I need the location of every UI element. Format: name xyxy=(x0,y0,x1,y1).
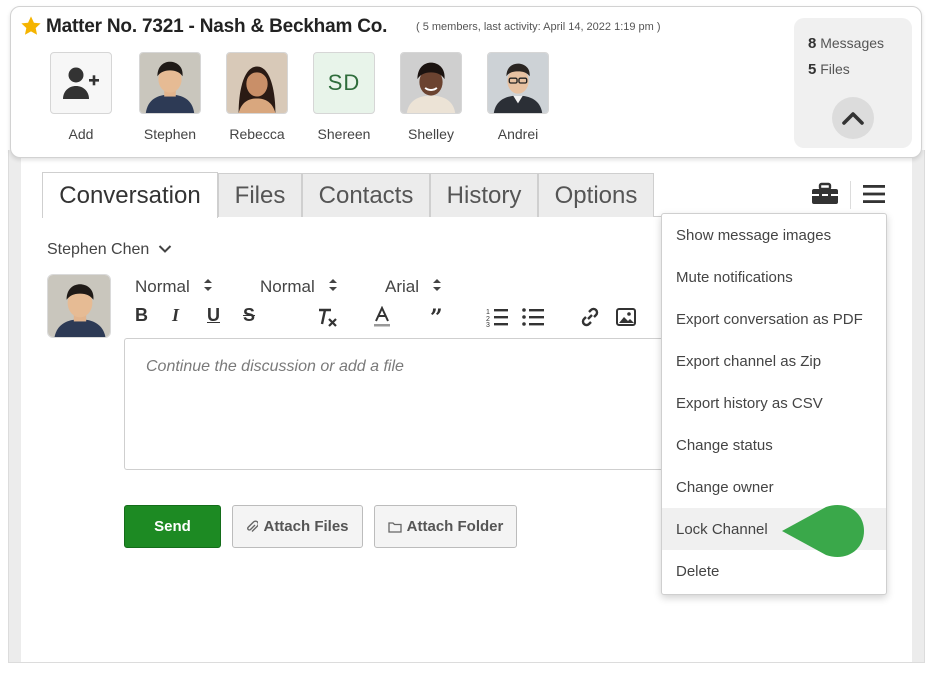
channel-subtitle: ( 5 members, last activity: April 14, 20… xyxy=(416,21,661,33)
menu-item-mute-notifications[interactable]: Mute notifications xyxy=(662,256,886,298)
messages-count[interactable]: 8 Messages xyxy=(808,35,884,52)
tab-options[interactable]: Options xyxy=(538,173,654,217)
channel-title: Matter No. 7321 - Nash & Beckham Co. xyxy=(46,16,388,37)
bold-icon[interactable]: B xyxy=(135,305,148,326)
clear-format-icon[interactable] xyxy=(316,307,338,329)
author-name: Stephen Chen xyxy=(47,241,150,258)
favorite-star-icon[interactable] xyxy=(20,15,42,37)
underline-icon[interactable]: U xyxy=(207,305,220,326)
pointer-annotation-icon xyxy=(782,504,864,558)
tab-files[interactable]: Files xyxy=(218,173,302,217)
menu-item-change-owner[interactable]: Change owner xyxy=(662,466,886,508)
paragraph-style-select[interactable]: Normal xyxy=(135,277,213,297)
member-shelley[interactable]: Shelley xyxy=(388,52,474,142)
bottom-divider xyxy=(8,662,925,663)
chevron-up-icon xyxy=(842,112,864,125)
blockquote-icon[interactable]: ” xyxy=(430,305,443,331)
member-shereen[interactable]: SD Shereen xyxy=(301,52,387,142)
toolbox-icon[interactable] xyxy=(811,181,839,207)
right-rail xyxy=(912,150,925,662)
member-name: Add xyxy=(68,126,94,142)
files-count[interactable]: 5 Files xyxy=(808,61,850,78)
left-rail xyxy=(8,150,21,662)
toolbar-separator xyxy=(850,181,851,209)
paperclip-icon xyxy=(247,519,259,532)
image-icon[interactable] xyxy=(616,308,636,326)
select-arrows-icon xyxy=(432,279,441,291)
link-icon[interactable] xyxy=(580,307,600,327)
hamburger-menu-icon[interactable] xyxy=(863,184,885,204)
ordered-list-icon[interactable]: 1 2 3 xyxy=(486,307,508,327)
member-add[interactable]: Add xyxy=(38,52,124,142)
member-rebecca[interactable]: Rebecca xyxy=(214,52,300,142)
menu-item-export-history-csv[interactable]: Export history as CSV xyxy=(662,382,886,424)
attach-folder-label: Attach Folder xyxy=(406,518,504,535)
add-user-icon xyxy=(63,67,99,99)
menu-item-show-message-images[interactable]: Show message images xyxy=(662,214,886,256)
messages-count-value: 8 xyxy=(808,35,817,52)
folder-icon xyxy=(388,521,402,533)
bullet-list-icon[interactable] xyxy=(522,307,544,327)
font-size-select[interactable]: Normal xyxy=(260,277,338,297)
message-editor-placeholder: Continue the discussion or add a file xyxy=(146,358,404,375)
select-arrows-icon xyxy=(328,279,337,291)
attach-files-button[interactable]: Attach Files xyxy=(232,505,363,548)
person-photo-icon xyxy=(140,53,200,113)
member-name: Shelley xyxy=(408,126,454,142)
member-stephen[interactable]: Stephen xyxy=(127,52,213,142)
menu-item-export-channel-zip[interactable]: Export channel as Zip xyxy=(662,340,886,382)
avatar[interactable] xyxy=(487,52,549,114)
add-member-button[interactable] xyxy=(50,52,112,114)
avatar[interactable] xyxy=(226,52,288,114)
font-family-value: Arial xyxy=(385,277,420,296)
person-photo-icon xyxy=(401,53,461,113)
font-family-select[interactable]: Arial xyxy=(385,277,442,297)
member-andrei[interactable]: Andrei xyxy=(475,52,561,142)
files-count-value: 5 xyxy=(808,61,817,78)
person-photo-icon xyxy=(227,53,287,113)
text-color-icon[interactable] xyxy=(373,306,391,328)
chevron-down-icon xyxy=(158,245,171,253)
tab-conversation[interactable]: Conversation xyxy=(42,172,218,218)
avatar[interactable] xyxy=(400,52,462,114)
attach-folder-button[interactable]: Attach Folder xyxy=(374,505,517,548)
send-button[interactable]: Send xyxy=(124,505,221,548)
member-name: Shereen xyxy=(317,126,371,142)
author-avatar xyxy=(47,274,111,338)
person-photo-icon xyxy=(48,275,110,337)
strikethrough-icon[interactable]: S xyxy=(243,305,255,326)
menu-item-change-status[interactable]: Change status xyxy=(662,424,886,466)
attach-files-label: Attach Files xyxy=(263,518,349,535)
collapse-header-button[interactable] xyxy=(832,97,874,139)
member-name: Stephen xyxy=(143,126,197,142)
avatar[interactable] xyxy=(139,52,201,114)
tab-history[interactable]: History xyxy=(430,173,538,217)
member-name: Rebecca xyxy=(229,126,285,142)
messages-count-label: Messages xyxy=(820,35,885,51)
stats-panel: 8 Messages 5 Files xyxy=(794,18,912,148)
member-name: Andrei xyxy=(497,126,539,142)
menu-item-export-conversation-pdf[interactable]: Export conversation as PDF xyxy=(662,298,886,340)
select-arrows-icon xyxy=(203,279,212,291)
font-size-value: Normal xyxy=(260,277,315,296)
files-count-label: Files xyxy=(820,61,850,77)
avatar-initials[interactable]: SD xyxy=(313,52,375,114)
author-selector[interactable]: Stephen Chen xyxy=(47,241,172,259)
message-editor[interactable]: Continue the discussion or add a file xyxy=(124,338,662,470)
paragraph-style-value: Normal xyxy=(135,277,190,296)
person-photo-icon xyxy=(488,53,548,113)
italic-icon[interactable]: I xyxy=(172,305,179,326)
svg-text:3: 3 xyxy=(486,322,490,327)
svg-text:1: 1 xyxy=(486,309,490,316)
tab-contacts[interactable]: Contacts xyxy=(302,173,430,217)
